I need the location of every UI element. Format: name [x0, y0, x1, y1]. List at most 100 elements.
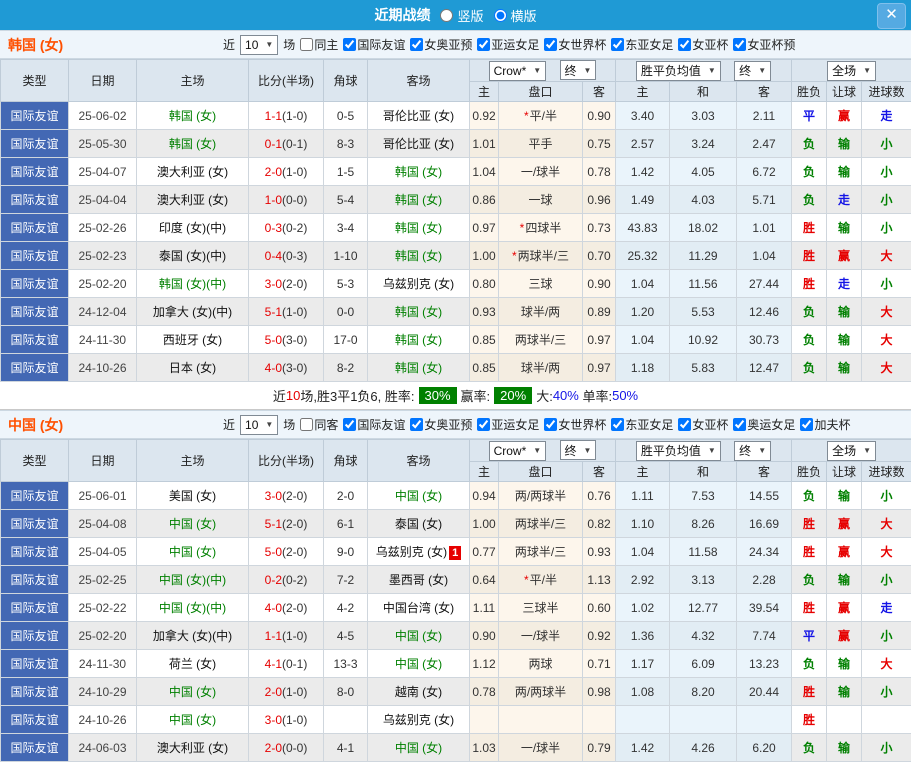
- home-team[interactable]: 中国 (女)(中): [137, 566, 249, 594]
- close-icon[interactable]: ✕: [877, 3, 906, 29]
- competition-checkbox[interactable]: [410, 418, 423, 431]
- home-team[interactable]: 澳大利亚 (女): [137, 158, 249, 186]
- home-team[interactable]: 中国 (女): [137, 538, 249, 566]
- score-cell: 2-0(0-0): [249, 734, 324, 762]
- odds-home: 1.04: [470, 158, 499, 186]
- competition-checkbox[interactable]: [477, 418, 490, 431]
- league-tag[interactable]: 国际友谊: [1, 354, 69, 382]
- away-team[interactable]: 韩国 (女): [368, 242, 470, 270]
- league-tag[interactable]: 国际友谊: [1, 650, 69, 678]
- home-team[interactable]: 韩国 (女)(中): [137, 270, 249, 298]
- league-tag[interactable]: 国际友谊: [1, 538, 69, 566]
- away-team[interactable]: 哥伦比亚 (女): [368, 130, 470, 158]
- result-overunder: 走: [862, 102, 911, 130]
- away-team[interactable]: 韩国 (女): [368, 214, 470, 242]
- away-team[interactable]: 中国 (女): [368, 650, 470, 678]
- home-team[interactable]: 荷兰 (女): [137, 650, 249, 678]
- league-tag[interactable]: 国际友谊: [1, 734, 69, 762]
- league-tag[interactable]: 国际友谊: [1, 130, 69, 158]
- avg-period-select[interactable]: 终▼: [734, 441, 771, 461]
- result-handicap: 输: [827, 158, 862, 186]
- recent-count-select[interactable]: 10▼: [240, 35, 278, 55]
- away-team[interactable]: 中国 (女): [368, 622, 470, 650]
- league-tag[interactable]: 国际友谊: [1, 158, 69, 186]
- home-team[interactable]: 西班牙 (女): [137, 326, 249, 354]
- league-tag[interactable]: 国际友谊: [1, 482, 69, 510]
- league-tag[interactable]: 国际友谊: [1, 622, 69, 650]
- league-tag[interactable]: 国际友谊: [1, 242, 69, 270]
- away-team[interactable]: 韩国 (女): [368, 354, 470, 382]
- competition-filter: 国际友谊: [338, 36, 405, 53]
- away-team[interactable]: 韩国 (女): [368, 186, 470, 214]
- home-team[interactable]: 中国 (女): [137, 706, 249, 734]
- away-team[interactable]: 中国 (女): [368, 734, 470, 762]
- league-tag[interactable]: 国际友谊: [1, 566, 69, 594]
- home-team[interactable]: 日本 (女): [137, 354, 249, 382]
- league-tag[interactable]: 国际友谊: [1, 102, 69, 130]
- league-tag[interactable]: 国际友谊: [1, 270, 69, 298]
- home-team[interactable]: 加拿大 (女)(中): [137, 622, 249, 650]
- odds-company-select[interactable]: Crow*▼: [489, 61, 547, 81]
- league-tag[interactable]: 国际友谊: [1, 594, 69, 622]
- competition-checkbox[interactable]: [544, 38, 557, 51]
- home-team[interactable]: 韩国 (女): [137, 102, 249, 130]
- competition-checkbox[interactable]: [800, 418, 813, 431]
- same-side-checkbox[interactable]: [300, 418, 313, 431]
- avg-period-select[interactable]: 终▼: [734, 61, 771, 81]
- home-team[interactable]: 美国 (女): [137, 482, 249, 510]
- summary-text: 近: [273, 386, 286, 405]
- away-team[interactable]: 泰国 (女): [368, 510, 470, 538]
- away-team[interactable]: 中国 (女): [368, 482, 470, 510]
- recent-count-select[interactable]: 10▼: [240, 415, 278, 435]
- away-team[interactable]: 哥伦比亚 (女): [368, 102, 470, 130]
- league-tag[interactable]: 国际友谊: [1, 186, 69, 214]
- away-team[interactable]: 乌兹别克 (女): [368, 706, 470, 734]
- competition-checkbox[interactable]: [733, 418, 746, 431]
- league-tag[interactable]: 国际友谊: [1, 298, 69, 326]
- home-team[interactable]: 印度 (女)(中): [137, 214, 249, 242]
- league-tag[interactable]: 国际友谊: [1, 510, 69, 538]
- away-team[interactable]: 乌兹别克 (女)1: [368, 538, 470, 566]
- fulltime-select[interactable]: 全场▼: [827, 61, 876, 81]
- vertical-radio[interactable]: [440, 9, 453, 22]
- avg-odds-select[interactable]: 胜平负均值▼: [636, 61, 721, 81]
- away-team[interactable]: 乌兹别克 (女): [368, 270, 470, 298]
- competition-checkbox[interactable]: [343, 38, 356, 51]
- home-team[interactable]: 加拿大 (女)(中): [137, 298, 249, 326]
- home-team[interactable]: 韩国 (女): [137, 130, 249, 158]
- avg-odds-select[interactable]: 胜平负均值▼: [636, 441, 721, 461]
- competition-checkbox[interactable]: [611, 418, 624, 431]
- horizontal-radio[interactable]: [494, 9, 507, 22]
- home-team[interactable]: 泰国 (女)(中): [137, 242, 249, 270]
- col-home: 主场: [137, 440, 249, 482]
- away-team[interactable]: 越南 (女): [368, 678, 470, 706]
- home-team[interactable]: 中国 (女): [137, 510, 249, 538]
- away-team[interactable]: 韩国 (女): [368, 158, 470, 186]
- home-team[interactable]: 中国 (女): [137, 678, 249, 706]
- fulltime-select[interactable]: 全场▼: [827, 441, 876, 461]
- competition-checkbox[interactable]: [410, 38, 423, 51]
- home-team[interactable]: 澳大利亚 (女): [137, 186, 249, 214]
- home-team[interactable]: 澳大利亚 (女): [137, 734, 249, 762]
- away-team[interactable]: 墨西哥 (女): [368, 566, 470, 594]
- competition-checkbox[interactable]: [343, 418, 356, 431]
- league-tag[interactable]: 国际友谊: [1, 678, 69, 706]
- away-team[interactable]: 韩国 (女): [368, 326, 470, 354]
- away-team[interactable]: 韩国 (女): [368, 298, 470, 326]
- competition-checkbox[interactable]: [678, 38, 691, 51]
- odds-company-select[interactable]: Crow*▼: [489, 441, 547, 461]
- away-team[interactable]: 中国台湾 (女): [368, 594, 470, 622]
- odds-period-select[interactable]: 终▼: [560, 60, 597, 80]
- league-tag[interactable]: 国际友谊: [1, 706, 69, 734]
- competition-checkbox[interactable]: [733, 38, 746, 51]
- competition-checkbox[interactable]: [477, 38, 490, 51]
- competition-checkbox[interactable]: [544, 418, 557, 431]
- odds-period-select[interactable]: 终▼: [560, 440, 597, 460]
- handicap: 两/两球半: [499, 482, 583, 510]
- home-team[interactable]: 中国 (女)(中): [137, 594, 249, 622]
- competition-checkbox[interactable]: [678, 418, 691, 431]
- competition-checkbox[interactable]: [611, 38, 624, 51]
- league-tag[interactable]: 国际友谊: [1, 326, 69, 354]
- league-tag[interactable]: 国际友谊: [1, 214, 69, 242]
- same-side-checkbox[interactable]: [300, 38, 313, 51]
